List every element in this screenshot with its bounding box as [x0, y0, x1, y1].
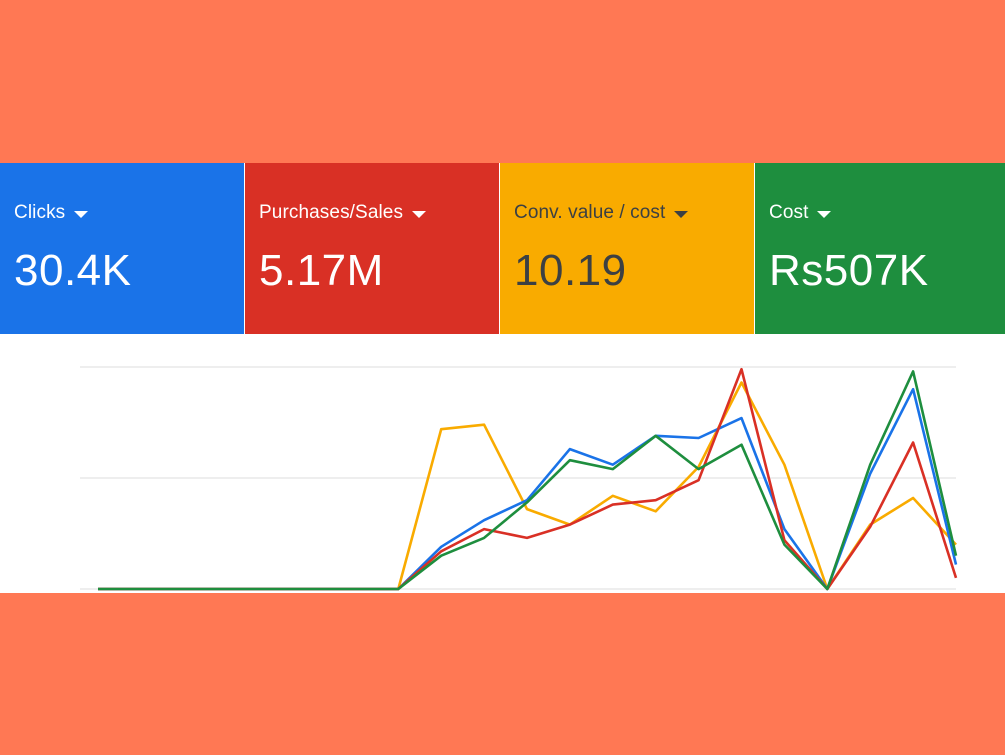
- metric-card-purchases-sales[interactable]: Purchases/Sales 5.17M: [245, 163, 499, 334]
- chart-gridlines: [80, 366, 956, 590]
- metric-label: Clicks: [14, 202, 66, 223]
- metric-label: Purchases/Sales: [259, 202, 404, 223]
- metric-card-clicks[interactable]: Clicks 30.4K: [0, 163, 244, 334]
- metric-value: 10.19: [514, 246, 627, 295]
- dropdown-arrow-icon[interactable]: [674, 210, 689, 218]
- series-line: [98, 367, 958, 591]
- dropdown-arrow-icon[interactable]: [412, 210, 427, 218]
- metric-value: 5.17M: [259, 246, 384, 295]
- metric-card-cost[interactable]: Cost Rs507K: [755, 163, 1005, 334]
- metric-label-row: Purchases/Sales: [259, 201, 499, 225]
- metric-value: Rs507K: [769, 246, 929, 295]
- performance-chart: [0, 334, 1005, 593]
- metric-label-row: Cost: [769, 201, 1005, 225]
- metric-label: Conv. value / cost: [514, 202, 666, 223]
- performance-overview-panel: Clicks 30.4K Purchases/Sales 5.17M Conv.…: [0, 163, 1005, 593]
- metric-value: 30.4K: [14, 246, 132, 295]
- metric-label-row: Conv. value / cost: [514, 201, 754, 225]
- metric-card-conv-value-cost[interactable]: Conv. value / cost 10.19: [500, 163, 754, 334]
- dropdown-arrow-icon[interactable]: [817, 210, 832, 218]
- series-line: [98, 387, 958, 591]
- metric-cards: Clicks 30.4K Purchases/Sales 5.17M Conv.…: [0, 163, 1005, 334]
- series-line: [98, 381, 957, 591]
- chart-series: [98, 367, 958, 591]
- dropdown-arrow-icon[interactable]: [74, 210, 89, 218]
- line-chart-svg: [80, 366, 958, 591]
- metric-label-row: Clicks: [14, 201, 244, 225]
- metric-label: Cost: [769, 202, 809, 223]
- series-line: [98, 370, 958, 591]
